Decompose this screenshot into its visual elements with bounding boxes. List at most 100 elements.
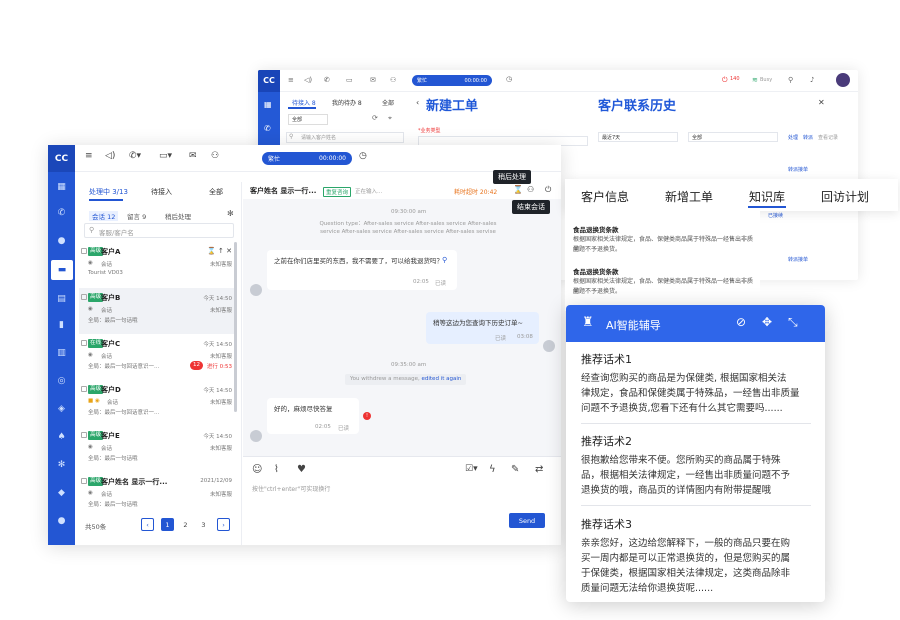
status-pill[interactable]: 繁忙 00:00:00: [262, 152, 352, 165]
sidebar-phone-icon[interactable]: ✆: [48, 203, 75, 223]
back-tab-all[interactable]: 全部: [382, 98, 394, 107]
tab-waiting[interactable]: 待接入: [151, 187, 172, 197]
menu-icon[interactable]: ≡: [85, 151, 93, 161]
row-checkbox[interactable]: [81, 294, 87, 300]
list-item[interactable]: 高级 客户姓名 显示一行... ◉ 会话 全局：最后一句话哦 2021/12/0…: [79, 472, 237, 518]
send-button[interactable]: Send: [509, 513, 545, 528]
back-type-select[interactable]: 全部: [688, 132, 778, 142]
back-link-transfer[interactable]: 转派: [803, 134, 813, 141]
back-tab-todo[interactable]: 我的待办 8: [332, 98, 362, 107]
next-page-button[interactable]: ›: [217, 518, 230, 531]
move-icon[interactable]: ✥: [762, 315, 772, 329]
bell-icon[interactable]: ♪: [810, 76, 814, 84]
list-item[interactable]: 高级 客户A ◉ 会话 Tourist VD03 ⌛ ↑ ✕ 未知客服: [79, 242, 237, 288]
tab-knowledge-base[interactable]: 知识库: [749, 188, 785, 205]
quick-reply-icon[interactable]: ☑▾: [465, 464, 478, 474]
kb-item-title[interactable]: 食品退换货条款: [573, 266, 619, 276]
suggestion-3-line[interactable]: 买一周内都是可以正常退换货的，但是您购买的属: [581, 551, 813, 566]
clock-icon[interactable]: ◷: [359, 151, 367, 161]
emoji-icon[interactable]: ☺: [252, 464, 262, 475]
swap-icon[interactable]: ⇄: [535, 464, 543, 475]
search-input[interactable]: ⚲ 客服/客户名: [84, 223, 234, 238]
tab-customer-info[interactable]: 客户信息: [581, 188, 629, 205]
suggestion-1-line[interactable]: 经查询您购买的商品是为保健类, 根据国家相关法: [581, 371, 813, 386]
sidebar-book-icon[interactable]: ▮: [48, 315, 75, 335]
row-checkbox[interactable]: [81, 478, 87, 484]
kb-item-title[interactable]: 食品退换货条款: [573, 224, 619, 234]
back-side-note-2[interactable]: 已接续: [768, 212, 783, 219]
sidebar-shield-icon[interactable]: ◈: [48, 399, 75, 419]
back-search[interactable]: 请输入客户姓名: [286, 132, 404, 143]
tab-processing[interactable]: 处理中 3/13: [89, 187, 128, 197]
tab-new-ticket[interactable]: 新增工单: [665, 188, 713, 205]
sidebar-chat-icon[interactable]: ▬: [51, 260, 73, 280]
list-scrollbar[interactable]: [234, 242, 237, 412]
transfer-user-icon[interactable]: ⚇: [527, 185, 534, 194]
mail-icon[interactable]: ✉: [189, 151, 197, 161]
user-icon[interactable]: ⚇: [211, 151, 219, 161]
sidebar-medal-icon[interactable]: ◎: [48, 371, 75, 391]
suggestion-2-line[interactable]: 品，根据相关法律规定，一经售出非质量问题不予: [581, 468, 813, 483]
suggestion-2-line[interactable]: 很抱歉给您带来不便。您所购买的商品属于特殊: [581, 453, 813, 468]
list-item[interactable]: 高级 客户D ■ ◉ 会话 全局：最后一句回话意识一... 今天 14:50 未…: [79, 380, 237, 426]
power-icon[interactable]: ⏻: [545, 185, 551, 195]
chat-icon[interactable]: ▭: [346, 76, 353, 84]
suggestion-3-line[interactable]: 于保健类，根据国家相关法律规定，这类商品除非: [581, 566, 813, 581]
list-item[interactable]: 高级 客户B ◉ 会话 全局：最后一句话哦 今天 14:50 未知客服: [79, 288, 237, 334]
sidebar-bell-icon[interactable]: ♠: [48, 427, 75, 447]
mail-icon[interactable]: ✉: [370, 76, 376, 84]
tab-all[interactable]: 全部: [209, 187, 223, 197]
call-icon[interactable]: ✆▾: [129, 151, 141, 161]
tab-follow-up[interactable]: 回访计划: [821, 188, 869, 205]
lightning-icon[interactable]: ϟ: [489, 464, 496, 475]
list-item[interactable]: 在线 客户C ◉ 会话 全局：最后一句回话意识一... 今天 14:50 未知客…: [79, 334, 237, 380]
row-checkbox[interactable]: [81, 248, 87, 254]
back-pin-icon[interactable]: ⌖: [388, 114, 392, 123]
hourglass-icon[interactable]: ⌛: [513, 185, 523, 194]
page-3-button[interactable]: 3: [197, 518, 210, 531]
call-icon[interactable]: ✆: [324, 76, 330, 84]
phone-icon[interactable]: ✆: [264, 124, 271, 133]
back-side-note-1[interactable]: 转派接单: [788, 166, 808, 173]
sidebar-dashboard-icon[interactable]: ▦: [48, 177, 75, 197]
hide-eye-icon[interactable]: ⊘: [736, 315, 746, 329]
page-2-button[interactable]: 2: [179, 518, 192, 531]
thumbs-up-icon[interactable]: ♥: [297, 464, 306, 475]
sidebar-chart-icon[interactable]: ▥: [48, 343, 75, 363]
chat-icon[interactable]: ▭▾: [159, 151, 172, 161]
back-avatar[interactable]: [836, 73, 850, 87]
back-side-note-3[interactable]: 转派接单: [788, 256, 808, 263]
back-link-records[interactable]: 查看记录: [818, 134, 838, 141]
failed-icon[interactable]: !: [363, 412, 371, 420]
row-checkbox[interactable]: [81, 386, 87, 392]
prev-page-button[interactable]: ‹: [141, 518, 154, 531]
sidebar-ticket-icon[interactable]: ▤: [48, 289, 75, 309]
row-checkbox[interactable]: [81, 340, 87, 346]
page-1-button[interactable]: 1: [161, 518, 174, 531]
quick-icon[interactable]: ⚲: [788, 76, 793, 84]
suggestion-3-line[interactable]: 质量问题无法给你退换货呢......: [581, 581, 813, 596]
sidebar-gear-icon[interactable]: ✻: [48, 455, 75, 475]
back-filter-select[interactable]: 全部: [288, 114, 328, 125]
back-refresh-icon[interactable]: ⟳: [372, 114, 378, 122]
attachment-icon[interactable]: ⌇: [274, 464, 279, 475]
user-icon[interactable]: ⚇: [390, 76, 396, 84]
dashboard-icon[interactable]: ▦: [264, 100, 272, 109]
subtab-sessions[interactable]: 会话 12: [89, 211, 119, 221]
clock-icon[interactable]: ◷: [506, 75, 512, 83]
suggestion-1-line[interactable]: 律规定，食品和保健类属于特殊品，一经售出非质量: [581, 386, 813, 401]
row-actions[interactable]: ⌛ ↑ ✕: [207, 247, 232, 255]
collapse-icon[interactable]: ⤡: [788, 315, 798, 330]
message-input[interactable]: 按住"ctrl+enter"可实现换行: [252, 484, 330, 493]
search-message-icon[interactable]: ⚲: [442, 256, 447, 264]
subtab-later[interactable]: 稍后处理: [165, 211, 191, 221]
sidebar-message-icon[interactable]: ●: [48, 511, 75, 531]
volume-icon[interactable]: ◁): [105, 151, 115, 161]
back-link-handle[interactable]: 处理: [788, 134, 798, 141]
menu-icon[interactable]: ≡: [288, 76, 294, 84]
volume-icon[interactable]: ◁): [304, 76, 312, 84]
suggestion-3-line[interactable]: 亲亲您好，这边给您解释下，一般的商品只要在购: [581, 536, 813, 551]
back-recent-select[interactable]: 最近7天: [598, 132, 678, 142]
edit-again-link[interactable]: edited it again: [422, 376, 462, 382]
back-close-icon[interactable]: ✕: [818, 98, 825, 107]
